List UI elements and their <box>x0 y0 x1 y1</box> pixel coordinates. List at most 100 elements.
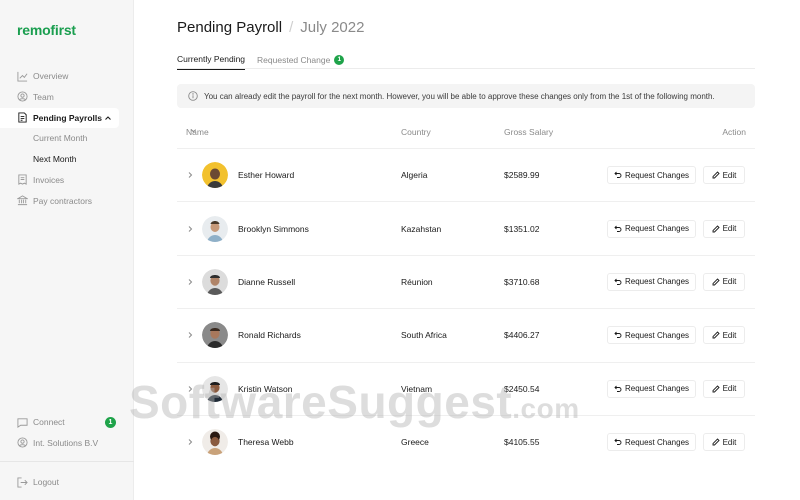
employee-salary: $2589.99 <box>504 170 540 181</box>
title-separator: / <box>289 19 294 36</box>
sidebar-item-pay-contractors[interactable]: Pay contractors <box>0 191 134 211</box>
watermark-suffix: .com <box>512 393 580 424</box>
sidebar-item-pending-payrolls[interactable]: Pending Payrolls <box>0 107 119 128</box>
edit-button[interactable]: Edit <box>703 219 745 238</box>
button-label: Request Changes <box>624 170 690 180</box>
logout-section: Logout <box>0 472 134 493</box>
undo-icon <box>614 332 622 339</box>
invoice-icon <box>17 174 28 186</box>
chevron-right-icon[interactable] <box>186 171 194 179</box>
info-icon <box>188 91 198 101</box>
button-label: Request Changes <box>624 437 690 447</box>
sidebar-item-company[interactable]: Int. Solutions B.V <box>0 433 134 453</box>
app-logo[interactable]: remofirst <box>17 22 76 38</box>
sidebar-item-label: Pending Payrolls <box>33 112 102 123</box>
sidebar-item-label: Int. Solutions B.V <box>33 437 99 448</box>
divider <box>0 461 134 462</box>
button-label: Edit <box>722 437 737 447</box>
chevron-right-icon[interactable] <box>186 438 194 446</box>
chat-icon <box>17 417 28 428</box>
pencil-icon <box>712 438 720 446</box>
chevron-right-icon[interactable] <box>186 225 194 233</box>
sidebar-bottom: Connect 1 Int. Solutions B.V <box>0 412 134 454</box>
button-label: Request Changes <box>624 277 690 287</box>
sidebar-item-team[interactable]: Team <box>0 87 134 107</box>
sidebar: remofirst Overview Team Pending Payrolls… <box>0 0 134 500</box>
avatar <box>202 162 228 189</box>
divider <box>177 68 755 69</box>
table-row: Esther Howard Algeria $2589.99 Request C… <box>177 148 755 201</box>
tab-label: Currently Pending <box>177 54 246 64</box>
sidebar-item-label: Team <box>33 91 54 102</box>
watermark-text: SoftwareSuggest <box>129 376 513 428</box>
button-label: Edit <box>722 224 737 234</box>
pencil-icon <box>712 278 720 286</box>
sidebar-nav: Overview Team Pending Payrolls Current M… <box>0 66 134 212</box>
undo-icon <box>614 278 622 285</box>
button-label: Edit <box>722 277 737 287</box>
avatar <box>202 268 228 295</box>
request-changes-button[interactable]: Request Changes <box>607 433 696 452</box>
sidebar-item-label: Connect <box>33 417 65 427</box>
tab-count-badge: 1 <box>334 54 345 65</box>
edit-button[interactable]: Edit <box>703 272 745 291</box>
employee-name: Ronald Richards <box>238 330 301 341</box>
sidebar-item-invoices[interactable]: Invoices <box>0 170 134 190</box>
user-icon <box>17 437 28 448</box>
edit-button[interactable]: Edit <box>703 326 745 345</box>
pencil-icon <box>712 385 720 393</box>
notification-badge: 1 <box>105 416 116 428</box>
request-changes-button[interactable]: Request Changes <box>607 166 696 185</box>
logout-button[interactable]: Logout <box>0 472 134 492</box>
button-label: Request Changes <box>624 224 690 234</box>
sidebar-item-label: Invoices <box>33 174 65 185</box>
column-header-salary: Gross Salary <box>504 127 554 137</box>
edit-button[interactable]: Edit <box>703 166 745 185</box>
sidebar-subitem-current-month[interactable]: Current Month <box>0 128 134 148</box>
chevron-right-icon[interactable] <box>186 331 194 339</box>
logout-icon <box>17 476 28 488</box>
chevron-up-icon[interactable] <box>104 114 112 122</box>
page-title-text: Pending Payroll <box>177 19 283 36</box>
employee-name: Brooklyn Simmons <box>238 223 309 234</box>
tab-label: Requested Change <box>257 54 331 65</box>
request-changes-button[interactable]: Request Changes <box>607 326 696 345</box>
column-header-name[interactable]: Name <box>186 127 209 137</box>
info-banner: You can already edit the payroll for the… <box>177 84 755 108</box>
logout-label: Logout <box>33 477 59 487</box>
column-header-country: Country <box>401 127 431 137</box>
edit-button[interactable]: Edit <box>703 433 745 452</box>
employee-country: Algeria <box>401 170 428 181</box>
employee-salary: $3710.68 <box>504 276 540 287</box>
table-row: Brooklyn Simmons Kazahstan $1351.02 Requ… <box>177 201 755 254</box>
employee-country: Kazahstan <box>401 223 442 234</box>
request-changes-button[interactable]: Request Changes <box>607 272 696 291</box>
edit-button[interactable]: Edit <box>703 379 745 398</box>
undo-icon <box>614 385 622 392</box>
request-changes-button[interactable]: Request Changes <box>607 219 696 238</box>
employee-salary: $1351.02 <box>504 223 540 234</box>
avatar <box>202 215 228 242</box>
page-title: Pending Payroll / July 2022 <box>177 19 364 36</box>
document-icon <box>17 112 28 123</box>
pencil-icon <box>712 224 720 233</box>
sidebar-item-overview[interactable]: Overview <box>0 66 134 86</box>
user-icon <box>17 91 28 102</box>
button-label: Edit <box>722 330 737 340</box>
table-header: Name Country Gross Salary Action <box>177 127 755 139</box>
bank-icon <box>17 195 28 206</box>
info-text: You can already edit the payroll for the… <box>204 91 715 101</box>
button-label: Edit <box>722 170 737 180</box>
employee-country: Réunion <box>401 276 433 287</box>
sidebar-subitem-next-month[interactable]: Next Month <box>0 149 134 169</box>
sidebar-item-connect[interactable]: Connect 1 <box>0 412 134 432</box>
employee-name: Dianne Russell <box>238 276 296 287</box>
period-label[interactable]: July 2022 <box>300 19 364 36</box>
table-row: Ronald Richards South Africa $4406.27 Re… <box>177 308 755 361</box>
request-changes-button[interactable]: Request Changes <box>607 379 696 398</box>
pencil-icon <box>712 171 720 179</box>
chevron-right-icon[interactable] <box>186 278 194 286</box>
undo-icon <box>614 438 622 446</box>
avatar <box>202 429 228 456</box>
pencil-icon <box>712 331 720 339</box>
